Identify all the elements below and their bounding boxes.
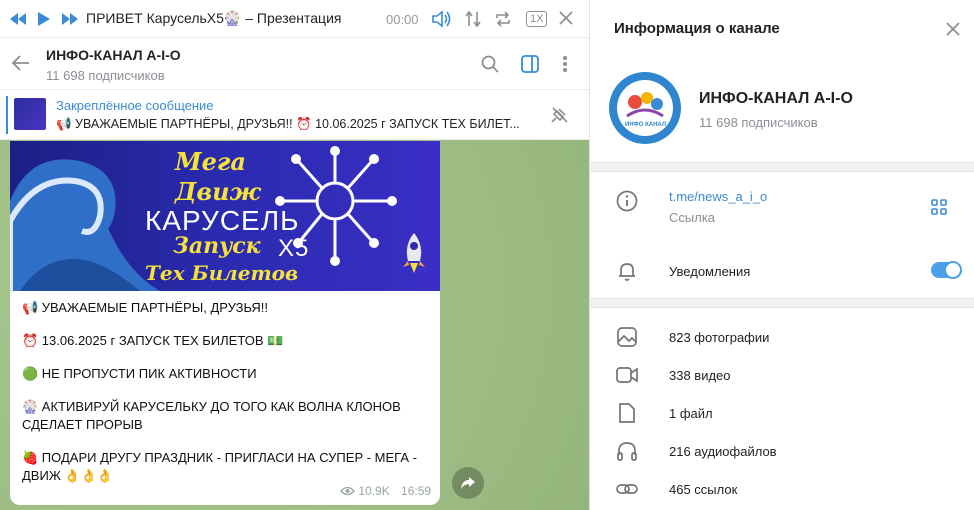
message-line: ⏰ 13.06.2025 г ЗАПУСК ТЕХ БИЛЕТОВ 💵 [22,333,284,348]
chat-header[interactable]: ИНФО-КАНАЛ A-I-O 11 698 подписчиков [0,38,589,90]
track-time: 00:00 [386,12,419,27]
message-line: 🍓 ПОДАРИ ДРУГУ ПРАЗДНИК - ПРИГЛАСИ НА СУ… [22,450,417,483]
media-links[interactable]: 465 ссылок [669,482,737,497]
views-icon [340,485,355,499]
volume-icon[interactable] [432,10,452,33]
search-icon[interactable] [481,55,499,78]
channel-link[interactable]: t.me/news_a_i_o [669,189,767,204]
sidebar-toggle-icon[interactable] [521,55,539,78]
info-panel-title: Информация о канале [614,20,780,37]
chat-subscribers: 11 698 подписчиков [46,68,165,83]
order-toggle-icon[interactable] [464,10,482,33]
message-line: 🟢 НЕ ПРОПУСТИ ПИК АКТИВНОСТИ [22,366,257,381]
pinned-title: Закреплённое сообщение [56,98,214,113]
headphones-icon [616,440,638,462]
link-icon [616,478,638,500]
track-title[interactable]: ПРИВЕТ КарусельХ5🎡 – Презентация [86,10,341,27]
pinned-thumbnail [14,98,46,130]
video-icon [616,364,638,386]
views-count: 10.9K [358,484,390,498]
banner-brand-suffix: X5 [278,235,310,262]
forward-button[interactable] [452,467,484,499]
forward-arrow-icon [461,477,475,489]
message-bubble[interactable]: Мега Движ КАРУСЕЛЬ X5 Запуск Тех Билетов… [10,141,440,505]
wave-graphic [10,159,160,291]
banner-line-1: Мега [175,147,246,176]
file-icon [616,402,638,424]
message-time: 16:59 [401,484,432,498]
bell-icon [616,260,638,282]
previous-track-icon[interactable] [10,12,26,25]
message-image[interactable]: Мега Движ КАРУСЕЛЬ X5 Запуск Тех Билетов [10,141,440,291]
section-divider [590,298,974,308]
rocket-icon [403,233,425,273]
info-icon [616,190,638,212]
media-videos[interactable]: 338 видео [669,368,731,383]
pinned-text: 📢 УВАЖАЕМЫЕ ПАРТНЁРЫ, ДРУЗЬЯ!! ⏰ 10.06.2… [56,117,520,131]
message-meta: 10.9K 16:59 [340,484,431,499]
speed-button[interactable]: 1X [526,11,548,27]
media-photos[interactable]: 823 фотографии [669,330,769,345]
banner-line-2: Движ [175,177,261,206]
banner-line-3: Запуск [173,233,261,259]
play-icon[interactable] [38,11,50,26]
media-audio[interactable]: 216 аудиофайлов [669,444,777,459]
close-panel-icon[interactable] [946,20,960,41]
back-arrow-icon[interactable] [11,55,30,76]
close-player-icon[interactable] [559,11,573,30]
message-line: 🎡 АКТИВИРУЙ КАРУСЕЛЬКУ ДО ТОГО КАК ВОЛНА… [22,399,401,432]
channel-info-panel: Информация о канале ИНФО КАНАЛ ИНФО-КАНА… [589,0,974,510]
message-line: 📢 УВАЖАЕМЫЕ ПАРТНЁРЫ, ДРУЗЬЯ!! [22,300,269,315]
banner-line-4: Тех Билетов [145,261,299,285]
app-window: ПРИВЕТ КарусельХ5🎡 – Презентация 00:00 1… [0,0,974,510]
repeat-icon[interactable] [494,10,512,33]
more-menu-icon[interactable] [562,55,568,78]
media-files[interactable]: 1 файл [669,406,713,421]
pinned-message-bar[interactable]: Закреплённое сообщение 📢 УВАЖАЕМЫЕ ПАРТН… [0,90,589,140]
next-track-icon[interactable] [62,12,78,25]
chat-title: ИНФО-КАНАЛ A-I-O [46,47,181,63]
chat-pane: ПРИВЕТ КарусельХ5🎡 – Презентация 00:00 1… [0,0,589,510]
info-channel-name: ИНФО-КАНАЛ A-I-O [699,90,853,107]
audio-player-bar: ПРИВЕТ КарусельХ5🎡 – Презентация 00:00 1… [0,0,589,38]
notifications-toggle[interactable] [931,261,962,279]
avatar-caption: ИНФО КАНАЛ [625,122,667,128]
photo-icon [616,326,638,348]
pinned-indicator [6,96,8,134]
qr-code-icon[interactable] [931,199,947,220]
section-divider [590,162,974,172]
message-text: 📢 УВАЖАЕМЫЕ ПАРТНЁРЫ, ДРУЗЬЯ!! ⏰ 13.06.2… [22,299,432,500]
info-channel-subscribers: 11 698 подписчиков [699,115,818,130]
toggle-knob [944,261,962,279]
notifications-label: Уведомления [669,264,751,279]
channel-avatar[interactable]: ИНФО КАНАЛ [609,72,681,144]
unpin-icon[interactable] [550,106,570,129]
channel-link-label: Ссылка [669,210,716,225]
